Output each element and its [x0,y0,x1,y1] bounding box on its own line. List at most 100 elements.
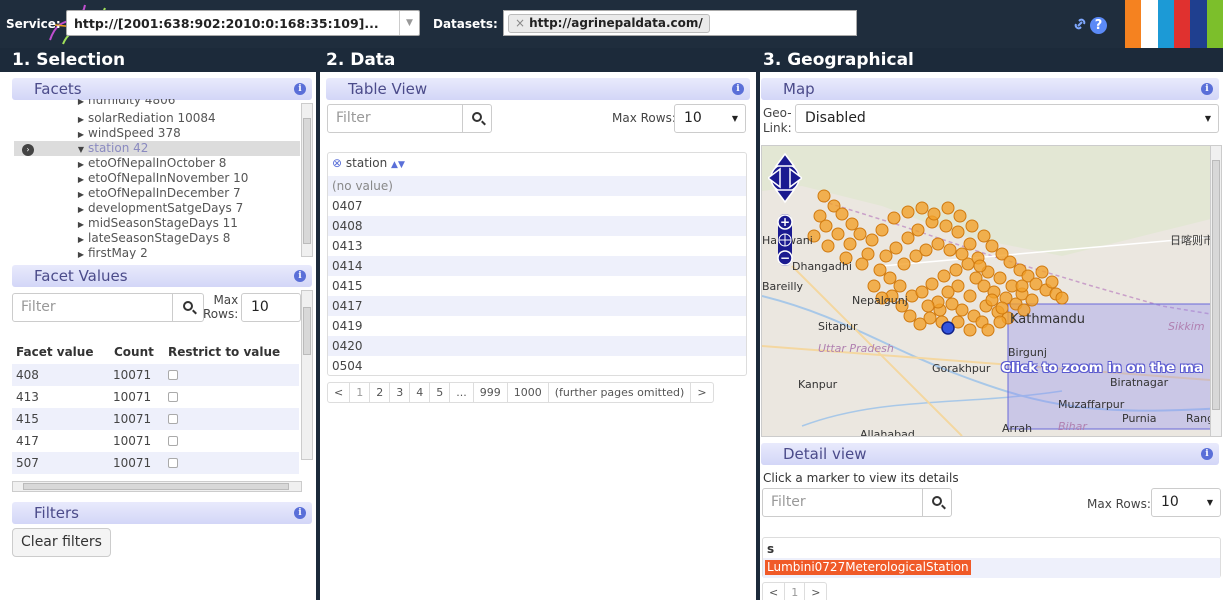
map-marker[interactable] [883,271,897,285]
map-marker[interactable] [985,239,999,253]
map-marker[interactable] [873,263,887,277]
map-header[interactable]: Map i [761,78,1219,100]
detail-view-header[interactable]: Detail view i [761,443,1219,465]
map-scrollbar[interactable] [1210,145,1222,437]
pager-item[interactable]: 3 [390,383,411,402]
map-marker[interactable] [941,285,955,299]
facet-item[interactable]: › ▼ station 42 [14,141,300,156]
map-marker[interactable] [903,309,917,323]
pager-item[interactable]: 5 [430,383,451,402]
info-icon[interactable]: i [732,83,744,95]
facet-item[interactable]: ▶ solarRediation 10084 [14,111,216,126]
horizontal-scrollbar[interactable] [12,481,302,492]
facet-item[interactable]: ▶ developmentSatgeDays 7 [14,201,243,216]
filters-header[interactable]: Filters i [12,502,312,524]
map-marker[interactable] [845,217,859,231]
triangle-right-icon[interactable]: ▶ [74,99,88,106]
dataset-chip[interactable]: × http://agrinepaldata.com/ [508,14,710,33]
triangle-right-icon[interactable]: ▶ [74,205,88,214]
info-icon[interactable]: i [1201,83,1213,95]
table-row[interactable]: 0420 [328,336,746,356]
chevron-down-icon[interactable]: ▼ [399,11,419,35]
column-header-facet-value[interactable]: Facet value [16,345,93,359]
selected-marker-icon[interactable]: › [22,144,34,156]
pager-item[interactable]: > [805,583,826,600]
map-marker[interactable] [893,279,907,293]
restrict-checkbox[interactable] [168,458,178,468]
map-marker[interactable] [1003,255,1017,269]
facet-search-button[interactable] [172,293,204,322]
map-marker[interactable] [921,299,935,313]
map-marker[interactable] [919,243,933,257]
table-row[interactable]: 415 10071 [12,408,299,430]
map-view[interactable]: Kathmandu Sitapur Uttar Pradesh Birgunj Gora… [761,145,1222,437]
column-header-s[interactable]: s [767,542,774,556]
facet-scrollbar[interactable] [301,103,313,257]
map-marker[interactable] [973,259,987,273]
map-marker[interactable] [821,239,835,253]
table-row[interactable]: 417 10071 [12,430,299,452]
map-marker[interactable] [843,237,857,251]
map-marker[interactable] [867,279,881,293]
map-marker[interactable] [901,205,915,219]
map-marker[interactable] [835,207,849,221]
map-marker[interactable] [1035,265,1049,279]
table-row[interactable]: 413 10071 [12,386,299,408]
map-marker[interactable] [915,285,929,299]
map-marker[interactable] [889,241,903,255]
detail-row[interactable]: Lumbini0727MeterologicalStation [763,558,1220,578]
table-search-button[interactable] [462,104,492,133]
facet-item[interactable]: ▶ humidity 4806 [14,99,175,108]
map-marker[interactable] [993,315,1007,329]
map-marker[interactable] [977,229,991,243]
facet-item[interactable]: ▶ etoOfNepalInNovember 10 [14,171,249,186]
triangle-right-icon[interactable]: ▶ [74,190,88,199]
pager-item[interactable]: < [328,383,351,402]
table-row[interactable]: 0414 [328,256,746,276]
table-filter-input[interactable]: Filter [327,104,467,133]
table-row[interactable]: 0413 [328,236,746,256]
facet-max-rows-select[interactable]: 10 [241,293,301,322]
restrict-checkbox[interactable] [168,392,178,402]
remove-icon[interactable]: × [515,16,525,30]
facet-filter-input[interactable]: Filter [12,293,177,322]
sort-desc-icon[interactable]: ▼ [398,160,405,170]
map-marker[interactable] [995,301,1009,315]
facet-item[interactable]: ▶ lateSeasonStageDays 8 [14,231,230,246]
map-marker[interactable] [901,231,915,245]
column-header-station[interactable]: ⊗ station ▲▼ [332,156,405,170]
map-marker[interactable] [1045,275,1059,289]
map-marker[interactable] [853,227,867,241]
facets-header[interactable]: Facets i [12,78,312,100]
table-row[interactable]: 0415 [328,276,746,296]
pager-item[interactable]: ... [450,383,474,402]
table-row[interactable]: 0419 [328,316,746,336]
map-marker[interactable] [981,323,995,337]
map-marker[interactable] [941,201,955,215]
map-marker[interactable] [817,189,831,203]
pager-item[interactable]: 2 [370,383,391,402]
facet-item[interactable]: ▶ etoOfNepalInOctober 8 [14,156,226,171]
triangle-right-icon[interactable]: ▶ [74,175,88,184]
map-marker[interactable] [819,219,833,233]
restrict-checkbox[interactable] [168,436,178,446]
triangle-right-icon[interactable]: ▶ [74,235,88,244]
map-marker[interactable] [945,297,959,311]
map-marker[interactable] [985,293,999,307]
map-marker[interactable] [831,227,845,241]
map-marker[interactable] [949,263,963,277]
pager-item[interactable]: > [691,383,712,402]
datasets-input[interactable]: × http://agrinepaldata.com/ [503,10,857,36]
map-marker[interactable] [953,209,967,223]
pager-item[interactable]: 1 [785,583,806,600]
pager-item[interactable]: 1000 [508,383,549,402]
clear-filters-button[interactable]: Clear filters [12,528,111,557]
facet-item[interactable]: ▶ etoOfNepalInDecember 7 [14,186,241,201]
info-icon[interactable]: i [1201,448,1213,460]
triangle-right-icon[interactable]: ▶ [74,220,88,229]
map-marker[interactable] [927,207,941,221]
info-icon[interactable]: i [294,83,306,95]
link-icon[interactable] [1072,16,1088,32]
table-row[interactable]: 507 10071 [12,452,299,474]
table-row[interactable]: (no value) [328,176,746,196]
